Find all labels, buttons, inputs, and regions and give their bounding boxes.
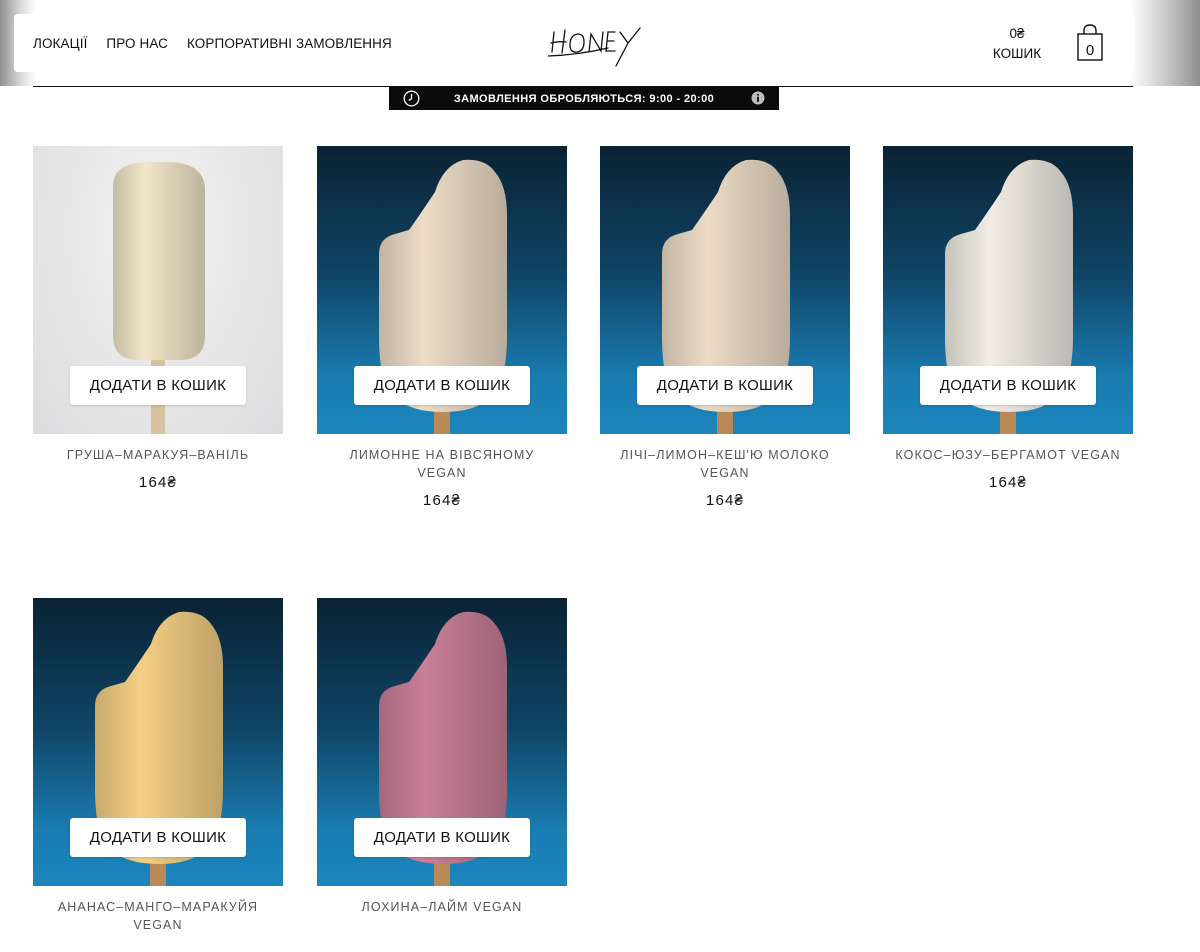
product-card[interactable]: ДОДАТИ В КОШИК ЛИМОННЕ НА ВІВСЯНОМУ VEGA… — [317, 146, 567, 509]
product-image[interactable]: ДОДАТИ В КОШИК — [600, 146, 850, 434]
nav-item-locations[interactable]: ЛОКАЦІЇ — [33, 36, 87, 51]
product-image[interactable]: ДОДАТИ В КОШИК — [883, 146, 1133, 434]
product-name: ЛОХИНА–ЛАЙМ VEGAN — [361, 900, 523, 914]
add-to-cart-button[interactable]: ДОДАТИ В КОШИК — [354, 366, 530, 405]
clock-icon — [403, 90, 420, 107]
product-name: ЛИМОННЕ НА ВІВСЯНОМУ VEGAN — [349, 448, 535, 480]
shopping-bag-icon: 0 — [1077, 24, 1103, 61]
product-name: ГРУША–МАРАКУЯ–ВАНІЛЬ — [66, 448, 250, 462]
product-image[interactable]: ДОДАТИ В КОШИК — [317, 146, 567, 434]
add-to-cart-label: ДОДАТИ В КОШИК — [89, 377, 227, 394]
add-to-cart-label: ДОДАТИ В КОШИК — [656, 377, 794, 394]
brand-logo[interactable] — [547, 22, 650, 73]
add-to-cart-button[interactable]: ДОДАТИ В КОШИК — [70, 818, 246, 857]
product-name: КОКОС–ЮЗУ–БЕРГАМОТ VEGAN — [895, 448, 1121, 462]
banner-text: ЗАМОВЛЕННЯ ОБРОБЛЯЮТЬСЯ: 9:00 - 20:00 — [453, 92, 715, 105]
cart-bag-button[interactable]: 0 — [1076, 24, 1104, 67]
add-to-cart-button[interactable]: ДОДАТИ В КОШИК — [354, 818, 530, 857]
product-price: 164₴ — [422, 492, 462, 509]
cart-total: 0₴ — [1009, 26, 1025, 41]
product-card[interactable]: ДОДАТИ В КОШИК ГРУША–МАРАКУЯ–ВАНІЛЬ 164₴ — [33, 146, 283, 491]
cart-label: КОШИК — [992, 46, 1042, 61]
order-hours-banner: ЗАМОВЛЕННЯ ОБРОБЛЯЮТЬСЯ: 9:00 - 20:00 — [389, 87, 779, 110]
product-price: 164₴ — [988, 474, 1028, 491]
product-card[interactable]: ДОДАТИ В КОШИК ЛОХИНА–ЛАЙМ VEGAN — [317, 598, 567, 926]
cart-count: 0 — [1086, 42, 1094, 59]
background-edge-right — [1130, 0, 1200, 86]
add-to-cart-button[interactable]: ДОДАТИ В КОШИК — [637, 366, 813, 405]
product-image[interactable]: ДОДАТИ В КОШИК — [33, 146, 283, 434]
add-to-cart-label: ДОДАТИ В КОШИК — [373, 377, 511, 394]
product-price: 164₴ — [138, 474, 178, 491]
product-price: 164₴ — [705, 492, 745, 509]
add-to-cart-button[interactable]: ДОДАТИ В КОШИК — [70, 366, 246, 405]
add-to-cart-label: ДОДАТИ В КОШИК — [939, 377, 1077, 394]
product-card[interactable]: ДОДАТИ В КОШИК КОКОС–ЮЗУ–БЕРГАМОТ VEGAN … — [883, 146, 1133, 491]
add-to-cart-button[interactable]: ДОДАТИ В КОШИК — [920, 366, 1096, 405]
product-image[interactable]: ДОДАТИ В КОШИК — [33, 598, 283, 886]
logo-wordmark — [547, 27, 641, 67]
product-name: ЛІЧІ–ЛИМОН–КЕШ'Ю МОЛОКО VEGAN — [620, 448, 830, 480]
main-nav: ЛОКАЦІЇ ПРО НАС КОРПОРАТИВНІ ЗАМОВЛЕННЯ — [33, 36, 392, 51]
product-image[interactable]: ДОДАТИ В КОШИК — [317, 598, 567, 886]
nav-item-about[interactable]: ПРО НАС — [106, 36, 168, 51]
info-icon[interactable] — [751, 91, 765, 105]
add-to-cart-label: ДОДАТИ В КОШИК — [89, 829, 227, 846]
cart-summary[interactable]: 0₴ КОШИК — [986, 24, 1048, 64]
product-card[interactable]: ДОДАТИ В КОШИК АНАНАС–МАНГО–МАРАКУЙЯ VEG… — [33, 598, 283, 944]
nav-item-corporate-orders[interactable]: КОРПОРАТИВНІ ЗАМОВЛЕННЯ — [187, 36, 392, 51]
add-to-cart-label: ДОДАТИ В КОШИК — [373, 829, 511, 846]
product-card[interactable]: ДОДАТИ В КОШИК ЛІЧІ–ЛИМОН–КЕШ'Ю МОЛОКО V… — [600, 146, 850, 509]
product-name: АНАНАС–МАНГО–МАРАКУЙЯ VEGAN — [57, 900, 259, 932]
